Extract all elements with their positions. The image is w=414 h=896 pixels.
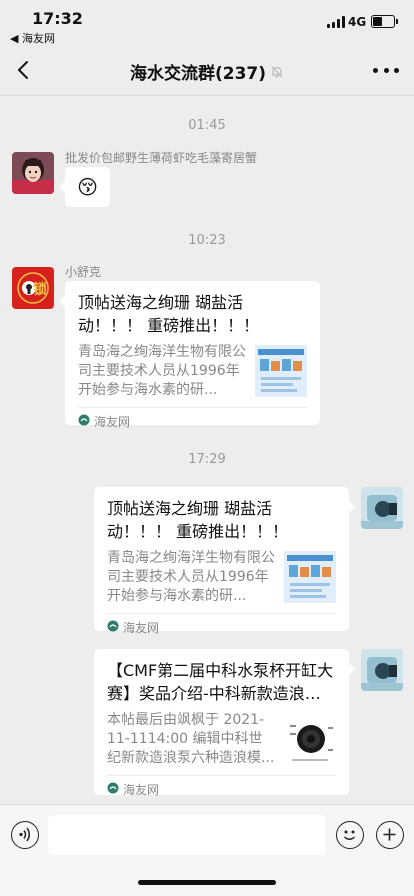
network-type: 4G [348,15,367,29]
timestamp: 01:45 [188,118,226,133]
timestamp: 10:23 [188,233,226,248]
avatar-self[interactable] [361,649,403,691]
link-card-message[interactable]: 顶帖送海之绚珊 瑚盐活动！！！ 重磅推出！！！ 青岛海之绚海洋生物有限公司主要技… [94,487,355,635]
link-card-source: 海友网 [107,775,336,802]
source-name: 海友网 [123,782,160,797]
voice-icon[interactable] [11,821,39,849]
message-input[interactable] [48,815,325,855]
emoji-icon[interactable] [336,821,364,849]
sender-name: 小舒克 [65,265,102,279]
link-card-thumbnail [255,345,307,397]
link-card-source: 海友网 [107,613,336,640]
chat-title-wrap[interactable]: 海水交流群(237) [0,59,414,84]
back-to-app-link[interactable]: ◀ 海友网 [10,30,55,46]
link-card-thumbnail [284,713,336,765]
status-bar: 17:32 ◀ 海友网 4G [0,0,414,46]
link-card-description: 本帖最后由飒枫于 2021-11-1114:00 编辑中科世纪新款造浪泵六种造浪… [107,712,275,766]
avatar-girl[interactable] [12,152,54,194]
link-card-title: 顶帖送海之绚珊 瑚盐活动！！！ 重磅推出！！！ [107,499,289,541]
source-name: 海友网 [94,414,131,429]
source-logo-icon [78,414,90,429]
avatar-self[interactable] [361,487,403,529]
emoji-message-bubble[interactable]: 😚 [59,167,110,207]
source-logo-icon [107,620,119,635]
link-card-source: 海友网 [78,407,307,434]
battery-icon [371,15,398,28]
kissing-face-emoji: 😚 [77,175,98,199]
svg-text:锁: 锁 [33,281,47,298]
link-card-title: 【CMF第二届中科水泵杯开缸大赛】奖品介绍-中科新款造浪泵... [107,661,334,703]
source-name: 海友网 [123,620,160,635]
link-card-description: 青岛海之绚海洋生物有限公司主要技术人员从1996年开始参与海水素的研... [78,344,246,398]
more-dots-icon[interactable] [373,58,399,82]
timestamp: 17:29 [188,452,226,467]
avatar-xiaoshuke[interactable]: 锁 [12,267,54,309]
status-time: 17:32 [32,9,83,28]
link-card-title: 顶帖送海之绚珊 瑚盐活动！！！ 重磅推出！！！ [78,293,260,335]
link-card-thumbnail [284,551,336,603]
link-card-message[interactable]: 【CMF第二届中科水泵杯开缸大赛】奖品介绍-中科新款造浪泵... 本帖最后由飒枫… [94,649,355,797]
chat-title: 海水交流群(237) [129,64,267,84]
source-logo-icon [107,782,119,797]
signal-icon [327,16,345,28]
link-card-message[interactable]: 顶帖送海之绚珊 瑚盐活动！！！ 重磅推出！！！ 青岛海之绚海洋生物有限公司主要技… [59,281,320,429]
mute-bell-icon [270,64,284,84]
home-indicator [138,880,276,885]
sender-name: 批发价包邮野生薄荷虾吃毛藻寄居蟹 [65,151,258,165]
plus-icon[interactable] [376,821,404,849]
link-card-description: 青岛海之绚海洋生物有限公司主要技术人员从1996年开始参与海水素的研... [107,550,275,604]
chat-header: 海水交流群(237) [0,46,414,96]
